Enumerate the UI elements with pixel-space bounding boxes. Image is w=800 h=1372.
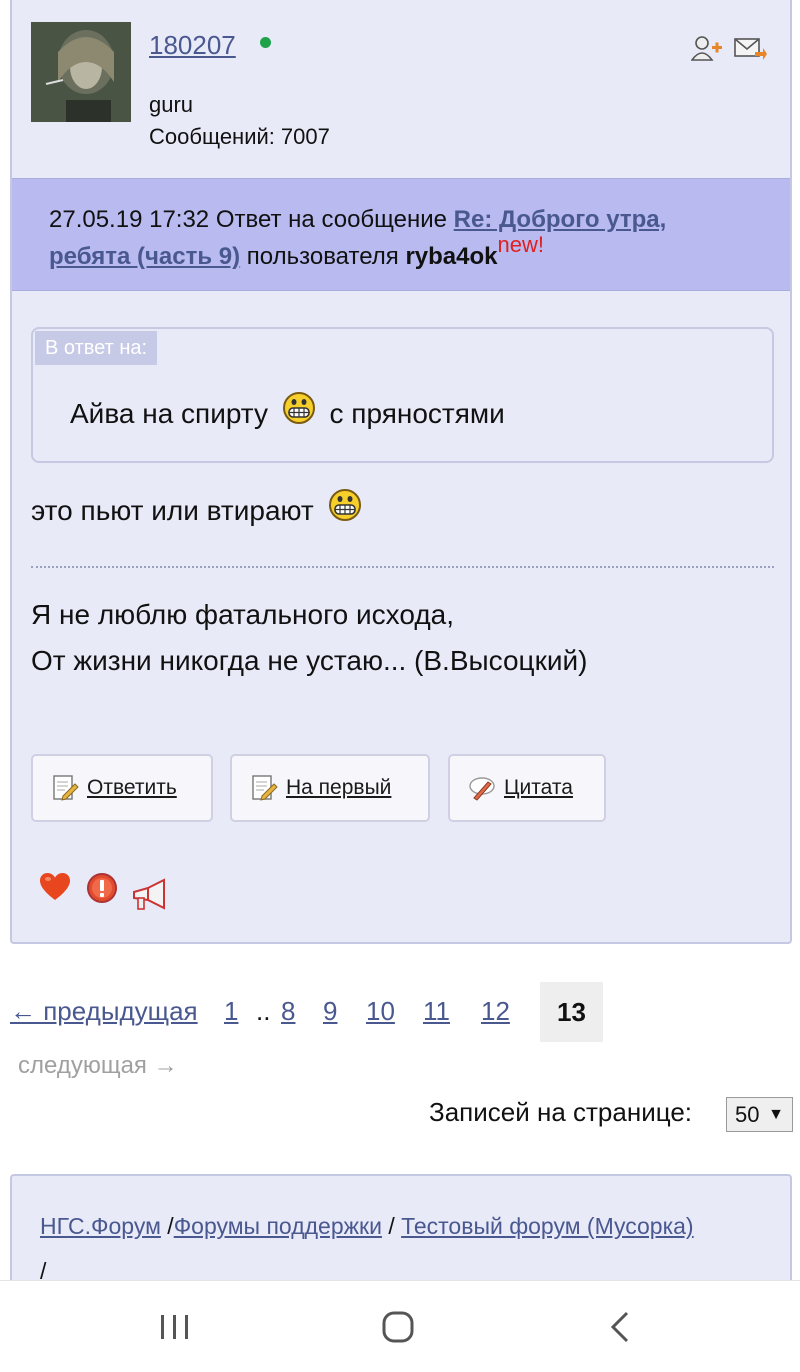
reply-author: ryba4ok (405, 243, 498, 270)
edit-icon (252, 775, 278, 801)
signature-separator (31, 566, 774, 568)
breadcrumb-item-forum-home[interactable]: НГС.Форум (40, 1213, 161, 1239)
pagination-page-8[interactable]: 8 (281, 996, 295, 1027)
heart-icon[interactable] (39, 872, 71, 902)
quote-block: В ответ на: Айва на спирту с пряностями (31, 327, 774, 463)
back-icon[interactable] (601, 1309, 641, 1345)
breadcrumb-item-test-forum[interactable]: Тестовый форум (Мусорка) (401, 1213, 693, 1239)
reply-to-first-button[interactable]: На первый (230, 754, 430, 822)
recent-apps-icon[interactable] (155, 1309, 195, 1345)
per-page-select[interactable]: 50 ▼ (726, 1097, 793, 1132)
reply-info-text: 27.05.19 17:32 Ответ на сообщение Re: До… (49, 201, 749, 275)
post-body-text: это пьют или втирают (31, 495, 314, 526)
breadcrumb-separator: / (388, 1213, 395, 1239)
add-user-icon[interactable] (691, 34, 723, 62)
megaphone-icon[interactable] (130, 878, 170, 912)
pagination-next-disabled: следующая → (18, 1052, 178, 1079)
post-body: это пьют или втирают (31, 488, 368, 527)
dropdown-arrow-icon: ▼ (768, 1106, 784, 1123)
quote-icon (469, 777, 495, 801)
pagination-page-11[interactable]: 11 (423, 996, 450, 1027)
username-link[interactable]: 180207 (149, 30, 236, 61)
quote-text-before: Айва на спирту (70, 398, 268, 429)
online-status-dot (260, 37, 271, 48)
home-icon[interactable] (378, 1309, 418, 1345)
grin-smile-icon (282, 392, 315, 424)
breadcrumb-item-support-forums[interactable]: Форумы поддержки (174, 1213, 382, 1239)
android-navigation-bar (0, 1280, 800, 1372)
pagination-page-9[interactable]: 9 (323, 996, 337, 1027)
signature-line-1: Я не люблю фатального исхода, (31, 599, 455, 630)
pagination-page-1[interactable]: 1 (224, 996, 238, 1027)
pagination-page-10[interactable]: 10 (366, 996, 395, 1027)
user-rank: guru (149, 92, 194, 117)
quote-text: Айва на спирту с пряностями (70, 391, 505, 430)
pagination-page-12[interactable]: 12 (481, 996, 510, 1027)
pagination-ellipsis: .. (256, 996, 271, 1026)
quote-button[interactable]: Цитата (448, 754, 606, 822)
warning-icon[interactable] (86, 872, 118, 904)
avatar[interactable] (31, 22, 131, 122)
mail-icon[interactable] (733, 34, 767, 62)
reply-prefix: Ответ на сообщение (215, 206, 447, 233)
per-page-value: 50 (735, 1102, 760, 1127)
post-card: 180207 guru Сообщений: 7007 27.05.19 17:3… (10, 0, 792, 944)
quote-button-label: Цитата (504, 776, 573, 799)
pagination-current-page: 13 (540, 982, 603, 1042)
pagination: ← предыдущая 1 .. 8 9 10 11 12 13 (0, 982, 800, 1042)
pagination-prev-link[interactable]: ← предыдущая (10, 996, 198, 1027)
quote-label: В ответ на: (35, 331, 158, 365)
edit-icon (53, 775, 79, 801)
post-datetime: 27.05.19 17:32 (49, 206, 210, 233)
message-count-label: Сообщений: (149, 124, 275, 149)
reply-button-label: Ответить (87, 776, 177, 799)
quote-text-after: с пряностями (329, 398, 505, 429)
signature-line-2: От жизни никогда не устаю... (В.Высоцкий… (31, 645, 588, 676)
reply-button[interactable]: Ответить (31, 754, 213, 822)
reply-info-bar: 27.05.19 17:32 Ответ на сообщение Re: До… (12, 178, 790, 291)
user-signature: Я не люблю фатального исхода, От жизни н… (31, 592, 587, 684)
message-count-value: 7007 (280, 124, 330, 149)
reply-user-prefix: пользователя (246, 243, 399, 270)
message-count: Сообщений: 7007 (149, 124, 330, 150)
grin-smile-icon (328, 489, 361, 521)
breadcrumb: НГС.Форум /Форумы поддержки / Тестовый ф… (10, 1174, 792, 1284)
reply-to-first-button-label: На первый (286, 776, 392, 799)
new-badge: new! (497, 232, 544, 257)
per-page-label: Записей на странице: (429, 1097, 693, 1127)
